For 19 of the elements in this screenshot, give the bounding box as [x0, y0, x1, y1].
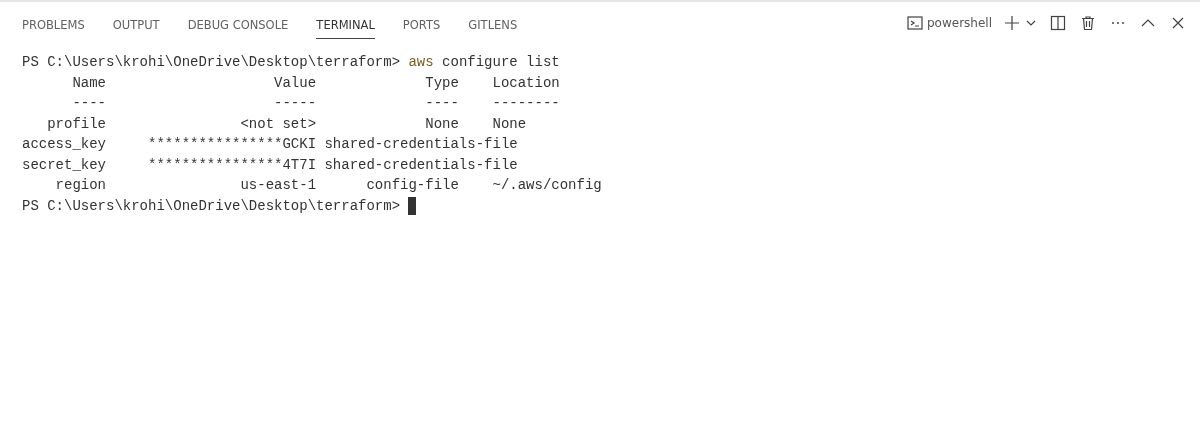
terminal-selector[interactable]: powershell	[907, 15, 992, 31]
output-line: region us-east-1 config-file ~/.aws/config	[54, 177, 602, 193]
output-line: ---- ----- ---- --------	[71, 95, 560, 111]
panel-tab[interactable]: GITLENS	[468, 7, 518, 39]
panel-tab[interactable]: DEBUG CONSOLE	[187, 7, 289, 39]
command-text: aws	[408, 54, 434, 70]
panel-tab[interactable]: PORTS	[402, 7, 441, 39]
prompt-text: PS C:\Users\krohi\OneDrive\Desktop\terraform>	[22, 197, 401, 214]
command-args: configure list	[442, 54, 560, 70]
output-line: Name Value Type Location	[71, 74, 560, 91]
terminal-icon	[907, 15, 923, 31]
panel-tab[interactable]: PROBLEMS	[22, 7, 85, 39]
panel-tab[interactable]: TERMINAL	[316, 7, 375, 39]
panel-tab[interactable]: OUTPUT	[112, 7, 160, 39]
output-line: access_key ****************GCKI shared-credentials-file	[22, 136, 518, 152]
split-icon[interactable]	[1048, 13, 1068, 33]
output-line: profile <not set> None None	[46, 115, 527, 132]
output-line: secret_key ****************4T7I shared-credentials-file	[22, 156, 518, 173]
prompt-text: PS C:\Users\krohi\OneDrive\Desktop\terraform>	[22, 54, 401, 70]
